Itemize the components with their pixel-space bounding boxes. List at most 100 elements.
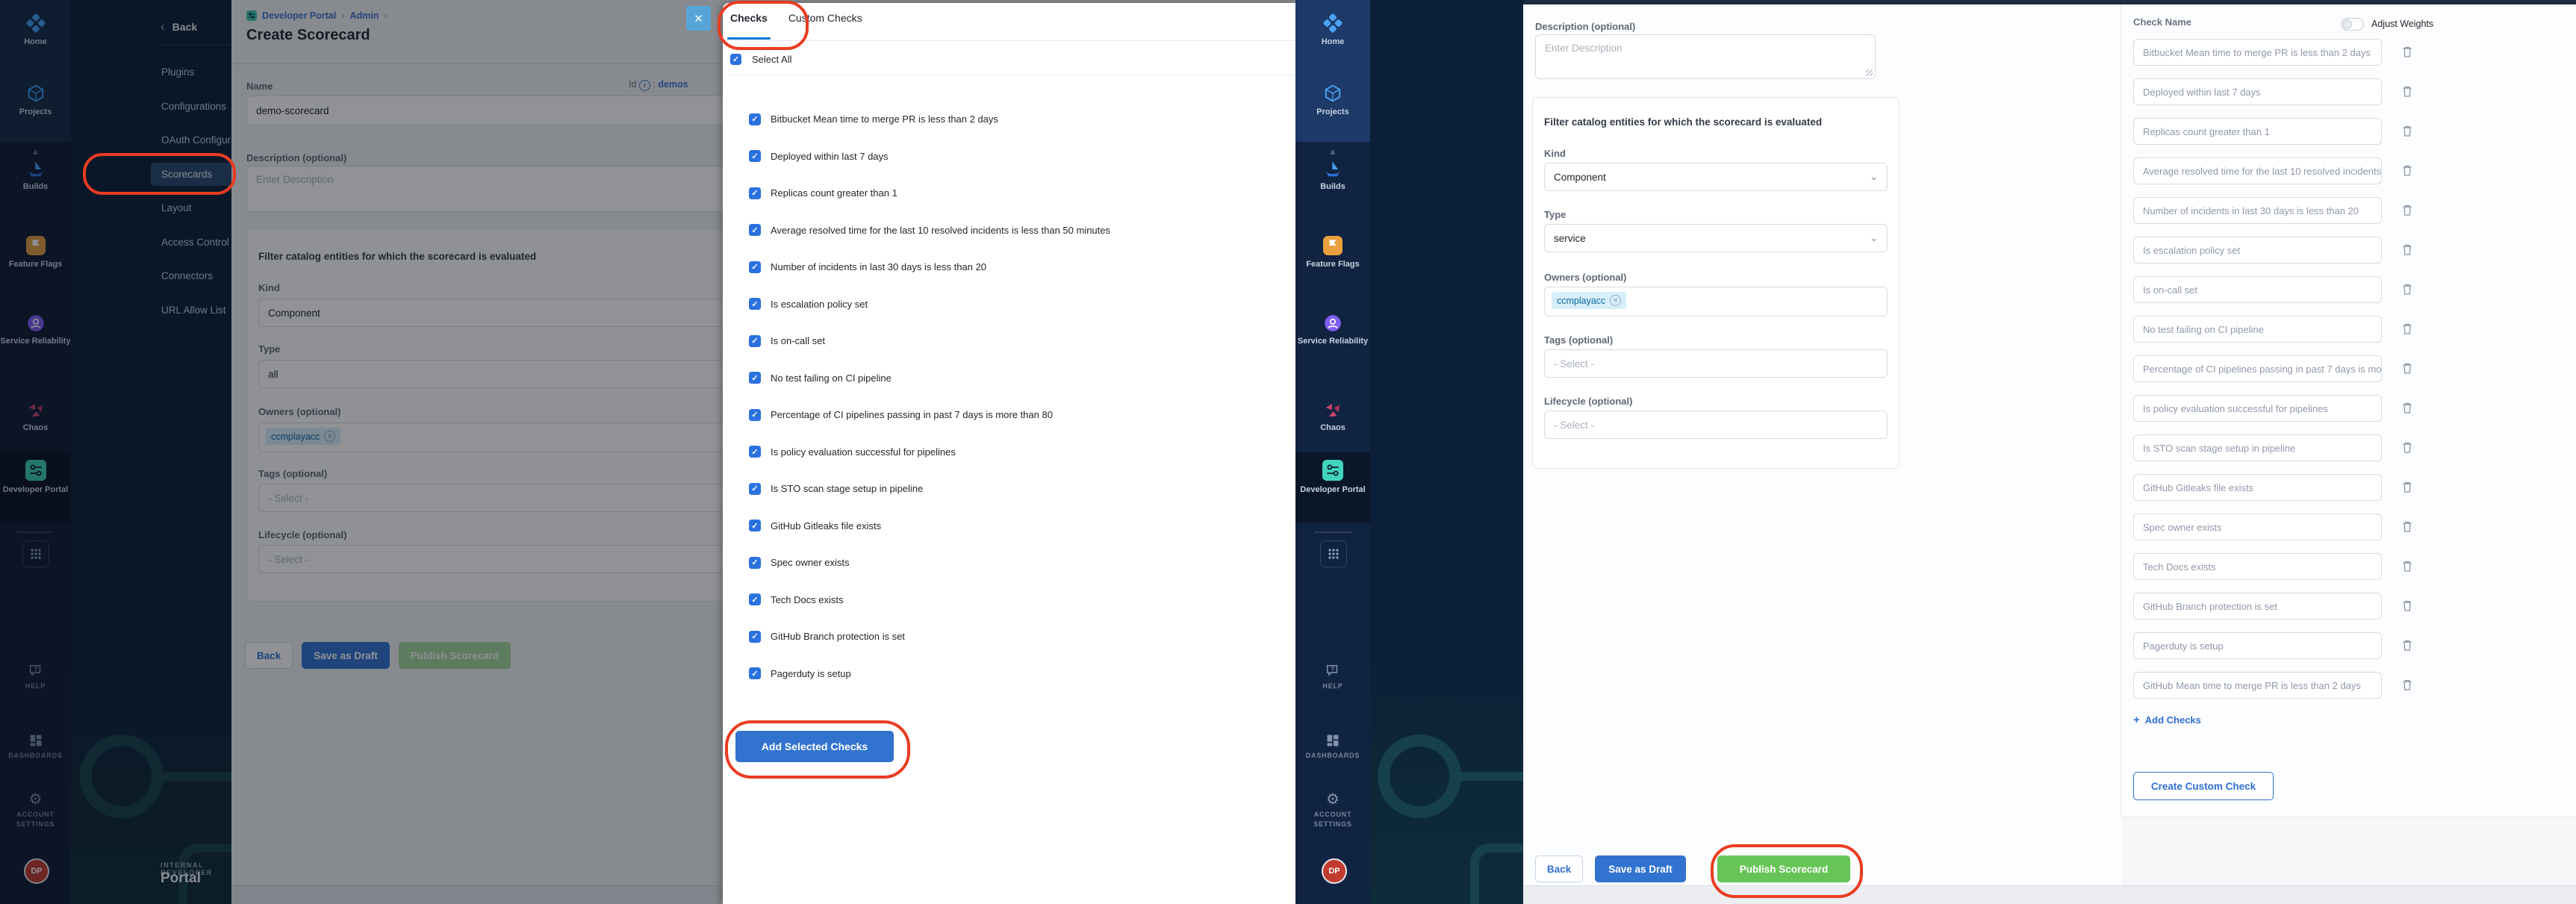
delete-check-button[interactable] [2401,679,2413,695]
tags-select[interactable]: - Select - [1544,349,1888,378]
delete-check-button[interactable] [2401,441,2413,458]
delete-check-button[interactable] [2401,85,2413,102]
save-as-draft-button[interactable]: Save as Draft [1595,855,1686,882]
check-row[interactable]: Spec owner exists [749,544,1110,582]
checkbox-checked-icon[interactable] [749,446,761,458]
check-row[interactable]: No test failing on CI pipeline [749,360,1110,397]
select-all-row[interactable]: Select All [730,54,791,65]
checkbox-checked-icon[interactable] [749,335,761,347]
scroll-up-icon[interactable]: ▲ [1295,146,1370,157]
check-name-input[interactable]: Pagerduty is setup [2133,632,2382,659]
check-row[interactable]: GitHub Gitleaks file exists [749,508,1110,545]
delete-check-button[interactable] [2401,125,2413,141]
delete-check-button[interactable] [2401,243,2413,260]
tab-custom-checks[interactable]: Custom Checks [788,12,862,24]
check-row[interactable]: Percentage of CI pipelines passing in pa… [749,396,1110,434]
sidebar-item-developer-portal[interactable]: Developer Portal [1295,460,1370,495]
add-selected-checks-button[interactable]: Add Selected Checks [735,731,894,762]
sidebar-item-home[interactable]: Home [1295,13,1370,47]
check-name-input[interactable]: No test failing on CI pipeline [2133,316,2382,343]
publish-scorecard-button[interactable]: Publish Scorecard [1717,855,1850,882]
sidebar-item-account-settings[interactable]: ⚙ ACCOUNT SETTINGS [1295,791,1370,829]
avatar[interactable]: DP [1322,858,1347,884]
check-name-input[interactable]: Is policy evaluation successful for pipe… [2133,395,2382,422]
checkbox-checked-icon[interactable] [749,372,761,384]
check-row[interactable]: GitHub Branch protection is set [749,618,1110,655]
lifecycle-select[interactable]: - Select - [1544,411,1888,439]
checkbox-checked-icon[interactable] [749,261,761,273]
delete-check-button[interactable] [2401,164,2413,181]
delete-check-button[interactable] [2401,283,2413,299]
delete-check-button[interactable] [2401,599,2413,616]
check-name-input[interactable]: Spec owner exists [2133,514,2382,540]
checkbox-checked-icon[interactable] [749,298,761,310]
create-custom-check-button[interactable]: Create Custom Check [2133,772,2274,800]
check-row[interactable]: Deployed within last 7 days [749,138,1110,175]
checkbox-checked-icon[interactable] [749,187,761,199]
checkbox-checked-icon[interactable] [749,593,761,605]
check-row[interactable]: Number of incidents in last 30 days is l… [749,249,1110,286]
check-row[interactable]: Average resolved time for the last 10 re… [749,212,1110,249]
check-name-input[interactable]: GitHub Mean time to merge PR is less tha… [2133,672,2382,699]
check-name-input[interactable]: Is on-call set [2133,276,2382,303]
check-row[interactable]: Is on-call set [749,322,1110,360]
module-picker-button[interactable] [1320,540,1347,567]
check-row[interactable]: Is STO scan stage setup in pipeline [749,470,1110,508]
kind-select[interactable]: Component⌄ [1544,163,1888,191]
check-name-input[interactable]: Average resolved time for the last 10 re… [2133,158,2382,184]
delete-check-button[interactable] [2401,204,2413,220]
delete-check-button[interactable] [2401,560,2413,576]
sidebar-item-service-reliability[interactable]: Service Reliability [1295,314,1370,346]
check-name-input[interactable]: Replicas count greater than 1 [2133,118,2382,145]
checkbox-checked-icon[interactable] [749,113,761,125]
delete-check-button[interactable] [2401,402,2413,418]
add-checks-link[interactable]: + Add Checks [2133,714,2201,726]
back-button[interactable]: Back [1535,855,1583,882]
checkbox-checked-icon[interactable] [749,520,761,532]
check-name-input[interactable]: Bitbucket Mean time to merge PR is less … [2133,39,2382,66]
checkbox-checked-icon[interactable] [749,631,761,643]
tab-checks[interactable]: Checks [730,12,768,24]
checkbox-checked-icon[interactable] [749,409,761,421]
check-row[interactable]: Bitbucket Mean time to merge PR is less … [749,101,1110,138]
check-row[interactable]: Pagerduty is setup [749,655,1110,693]
checkbox-checked-icon[interactable] [749,667,761,679]
check-name-input[interactable]: Is escalation policy set [2133,237,2382,264]
check-name-input[interactable]: Tech Docs exists [2133,553,2382,580]
check-row[interactable]: Replicas count greater than 1 [749,175,1110,212]
check-name-input[interactable]: Percentage of CI pipelines passing in pa… [2133,355,2382,382]
check-row[interactable]: Is policy evaluation successful for pipe… [749,434,1110,471]
type-select[interactable]: service⌄ [1544,224,1888,252]
owner-chip[interactable]: ccmplayacc ✕ [1552,292,1626,309]
check-name-input[interactable]: GitHub Gitleaks file exists [2133,474,2382,501]
sidebar-item-builds[interactable]: Builds [1295,160,1370,192]
modal-close-button[interactable]: ✕ [686,6,711,31]
check-name-input[interactable]: Is STO scan stage setup in pipeline [2133,434,2382,461]
delete-check-button[interactable] [2401,481,2413,497]
checkbox-checked-icon[interactable] [749,557,761,569]
sidebar-item-projects[interactable]: Projects [1295,84,1370,117]
checkbox-checked-icon[interactable] [730,54,741,65]
checkbox-checked-icon[interactable] [749,224,761,236]
delete-check-button[interactable] [2401,322,2413,339]
sidebar-item-help[interactable]: ? HELP [1295,663,1370,691]
chip-remove-icon[interactable]: ✕ [1610,295,1621,306]
check-name-input[interactable]: GitHub Branch protection is set [2133,593,2382,620]
checkbox-checked-icon[interactable] [749,483,761,495]
trash-icon [2401,362,2413,375]
check-name-input[interactable]: Number of incidents in last 30 days is l… [2133,197,2382,224]
delete-check-button[interactable] [2401,639,2413,655]
description-textarea[interactable]: Enter Description [1535,34,1876,79]
sidebar-item-feature-flags[interactable]: Feature Flags [1295,236,1370,269]
adjust-weights-toggle[interactable] [2341,18,2364,31]
check-name-input[interactable]: Deployed within last 7 days [2133,78,2382,105]
checkbox-checked-icon[interactable] [749,150,761,162]
delete-check-button[interactable] [2401,520,2413,537]
resize-handle[interactable] [1866,69,1873,76]
sidebar-item-chaos[interactable]: Chaos [1295,400,1370,433]
delete-check-button[interactable] [2401,46,2413,62]
sidebar-item-dashboards[interactable]: DASHBOARDS [1295,733,1370,761]
delete-check-button[interactable] [2401,362,2413,378]
check-row[interactable]: Is escalation policy set [749,286,1110,323]
check-row[interactable]: Tech Docs exists [749,582,1110,619]
